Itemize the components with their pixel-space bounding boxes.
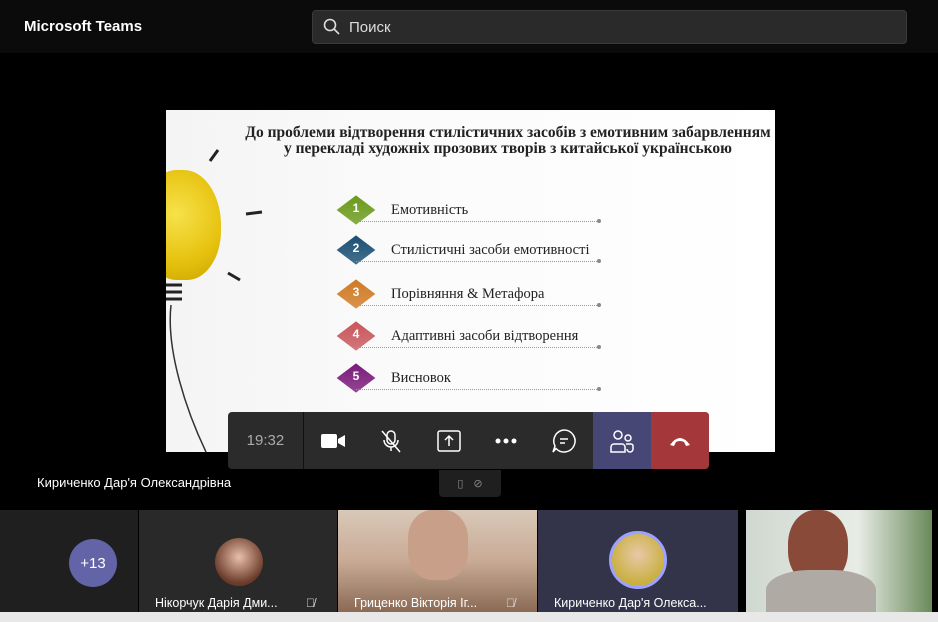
mic-off-icon: 🎙̸ [306,596,315,610]
camera-icon [320,433,345,448]
item-label: Адаптивні засоби відтворення [391,328,579,344]
view-controls: ▯ ⊘ [439,470,501,497]
dotted-line [356,345,601,349]
avatar [215,538,263,586]
chat-icon [552,428,577,453]
item-label: Стилістичні засоби емотивності [391,242,590,258]
slide-title: До проблеми відтворення стилістичних зас… [245,124,771,157]
participant-body [766,570,876,612]
participant-name: Гриценко Вікторія Іг... [354,596,478,610]
agenda-item: 4 Адаптивні засоби відтворення [336,321,601,360]
item-number: 4 [352,327,360,341]
hang-up-button[interactable] [651,412,709,469]
item-number: 2 [352,241,360,255]
overflow-tile[interactable]: +13 [0,510,138,612]
more-icon [495,438,517,443]
search-input[interactable]: Поиск [312,10,907,44]
participant-tile[interactable]: Кириченко Дар'я Олекса... [538,510,738,612]
item-label: Порівняння & Метафора [391,286,545,302]
participant-name: Кириченко Дар'я Олекса... [554,596,707,610]
more-button[interactable] [477,412,535,469]
camera-button[interactable] [304,412,362,469]
hang-up-icon [670,437,691,446]
dotted-line [356,303,601,307]
avatar-speaking [609,531,667,589]
participant-video [408,510,468,580]
item-number: 3 [352,285,360,299]
dotted-line [356,387,601,391]
title-bar: Microsoft Teams Поиск [0,0,938,53]
mic-off-icon [381,429,401,452]
search-icon [323,18,340,35]
item-label: Емотивність [391,202,469,218]
participant-video-tile[interactable] [746,510,932,612]
agenda-item: 5 Висновок [336,363,601,402]
annotation-icon[interactable]: ⊘ [473,477,482,490]
search-placeholder: Поиск [349,18,391,36]
call-duration: 19:32 [228,412,304,469]
item-number: 5 [352,369,360,383]
share-button[interactable] [420,412,478,469]
share-screen-icon [436,429,461,452]
item-label: Висновок [391,370,451,386]
mic-off-icon: 🎙̸ [506,596,515,610]
participants-button[interactable] [593,412,652,469]
call-toolbar: 19:32 [228,412,709,469]
presenter-name: Кириченко Дар'я Олександрівна [37,475,232,490]
chat-button[interactable] [535,412,593,469]
agenda-item: 2 Стилістичні засоби емотивності [336,235,601,274]
participant-name: Нікорчук Дарія Дми... [155,596,278,610]
agenda-item: 1 Емотивність [336,195,601,234]
bottom-bar [0,612,938,622]
app-title: Microsoft Teams [24,18,143,35]
dotted-line [356,259,601,263]
participant-tile[interactable]: Нікорчук Дарія Дми... 🎙̸ [139,510,337,612]
dotted-line [356,219,601,223]
participant-video-tile[interactable]: Гриценко Вікторія Іг... 🎙̸ [338,510,537,612]
bulb-rays-illustration [166,149,263,452]
people-icon [610,429,634,453]
panel-icon[interactable]: ▯ [457,477,463,490]
agenda-item: 3 Порівняння & Метафора [336,279,601,318]
overflow-count: +13 [69,539,117,587]
mic-button[interactable] [362,412,420,469]
item-number: 1 [352,201,360,215]
shared-slide: До проблеми відтворення стилістичних зас… [166,110,775,452]
